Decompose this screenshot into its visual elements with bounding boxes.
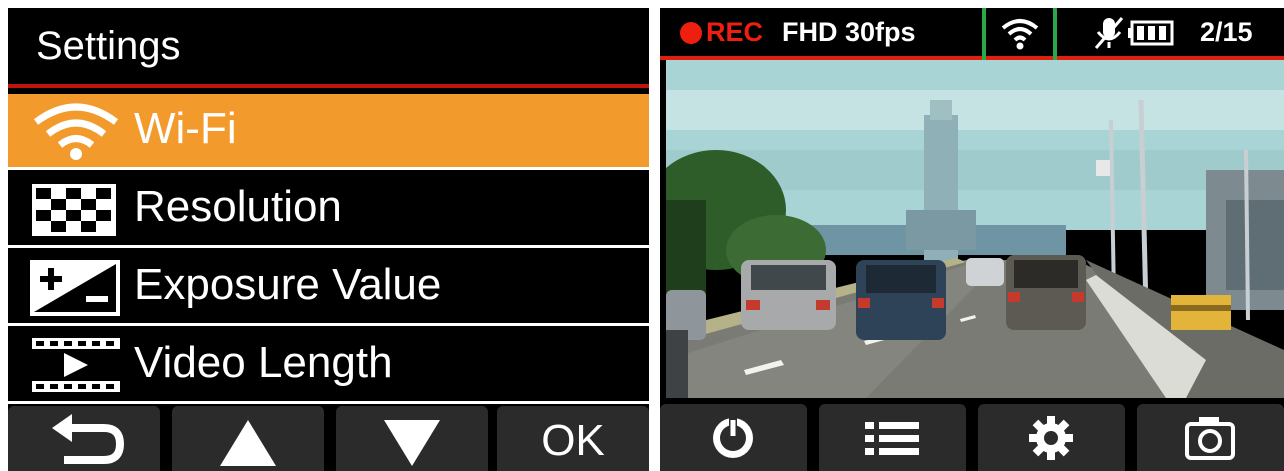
up-arrow-icon — [220, 420, 276, 466]
power-button[interactable] — [660, 404, 807, 471]
snapshot-button[interactable] — [1137, 404, 1284, 471]
settings-button[interactable] — [978, 404, 1125, 471]
live-view-screen: REC FHD 30fps 2/15 — [660, 8, 1284, 471]
camera-icon — [1185, 417, 1235, 460]
menu-item-label: Video Length — [134, 338, 393, 387]
menu-item-label: Resolution — [134, 182, 342, 231]
wifi-icon — [33, 103, 119, 160]
settings-gear-icon — [1029, 416, 1073, 460]
resolution-checker-icon — [32, 184, 116, 236]
menu-item-label: Exposure Value — [134, 260, 442, 309]
up-button[interactable] — [172, 406, 324, 471]
ok-button[interactable]: OK — [497, 406, 649, 471]
menu-item-wifi[interactable]: Wi-Fi — [8, 94, 649, 170]
menu-button[interactable] — [819, 404, 966, 471]
menu-item-exposure-value[interactable]: Exposure Value — [8, 250, 649, 326]
mic-off-icon — [1094, 17, 1124, 49]
ok-label: OK — [541, 416, 605, 465]
page-title: Settings — [36, 24, 181, 68]
settings-title-bar: Settings — [8, 8, 649, 85]
title-divider — [8, 84, 649, 88]
battery-icon — [1128, 20, 1174, 46]
status-bar: REC FHD 30fps 2/15 — [660, 8, 1284, 60]
menu-item-label: Wi-Fi — [134, 104, 237, 153]
menu-item-resolution[interactable]: Resolution — [8, 172, 649, 248]
rec-dot-icon — [680, 22, 702, 44]
exposure-value-icon — [30, 260, 120, 316]
rec-label: REC — [706, 17, 764, 47]
camera-button-bar — [660, 400, 1284, 471]
video-length-icon — [32, 338, 120, 392]
menu-item-video-length[interactable]: Video Length — [8, 328, 649, 404]
menu-button-bar: OK — [8, 406, 649, 471]
down-arrow-icon — [384, 420, 440, 466]
down-button[interactable] — [336, 406, 488, 471]
video-mode-label: FHD 30fps — [782, 17, 916, 47]
power-icon — [713, 418, 753, 458]
settings-screen: Settings Wi-Fi Resolution Exposure Value… — [8, 8, 649, 471]
camera-feed — [666, 60, 1284, 398]
back-arrow-icon — [52, 414, 125, 464]
back-button[interactable] — [8, 406, 160, 471]
menu-list-icon — [865, 422, 919, 455]
recording-counter: 2/15 — [1200, 17, 1253, 47]
